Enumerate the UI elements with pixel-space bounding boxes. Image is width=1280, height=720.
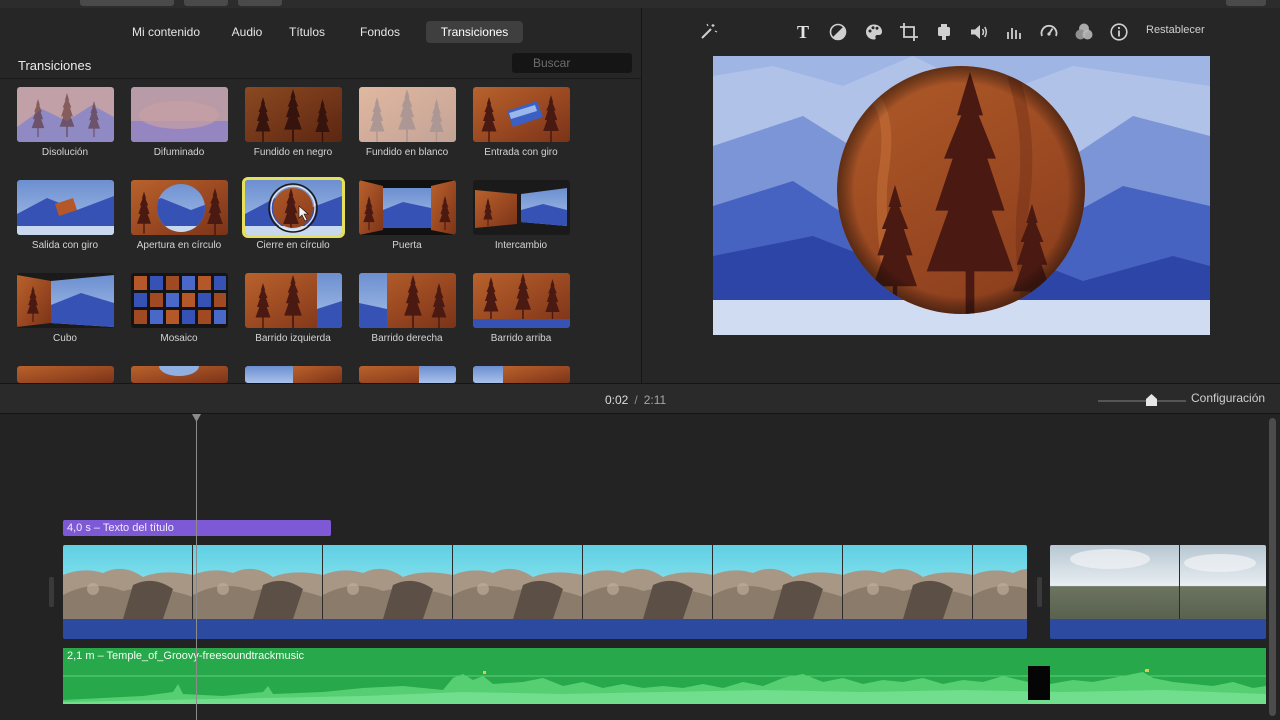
settings-button[interactable]: Configuración xyxy=(1191,391,1265,405)
video-clip[interactable] xyxy=(1050,545,1266,639)
imovie-window: Mi contenido Audio Títulos Fondos Transi… xyxy=(0,0,1280,720)
svg-text:T: T xyxy=(797,22,809,42)
transition-thumb-wipe-right[interactable] xyxy=(359,273,456,328)
music-clip[interactable]: 2,1 m – Temple_of_Groovy-freesoundtrackm… xyxy=(63,648,1266,704)
clip-filter-icon[interactable] xyxy=(1074,22,1094,42)
window-top-strip xyxy=(0,0,1280,8)
stabilization-camera-icon[interactable] xyxy=(934,22,954,42)
timeline[interactable]: 4,0 s – Texto del título 2,1 m – Temple_… xyxy=(0,414,1280,720)
clip-trim-handle[interactable] xyxy=(1037,577,1042,607)
transition-thumb-door[interactable] xyxy=(359,180,456,235)
toolbar-button-segment[interactable] xyxy=(80,0,174,6)
transition-thumb-fade-white[interactable] xyxy=(359,87,456,142)
transition-thumb[interactable] xyxy=(17,366,114,383)
audio-waveform xyxy=(63,669,1266,704)
transition-thumb-circle-close[interactable] xyxy=(242,177,345,238)
transition-thumb-blur[interactable] xyxy=(131,87,228,142)
transition-thumb[interactable] xyxy=(245,366,342,383)
total-time: 2:11 xyxy=(643,393,667,407)
transition-thumb-mosaic[interactable] xyxy=(131,273,228,328)
transition-label: Mosaico xyxy=(160,333,198,344)
video-clip[interactable] xyxy=(63,545,1027,639)
transition-thumb-spin-out[interactable] xyxy=(17,180,114,235)
transition-label: Fundido en blanco xyxy=(365,147,449,158)
volume-icon[interactable] xyxy=(969,22,989,42)
transition-label: Salida con giro xyxy=(31,240,99,251)
transition-thumb-wipe-left[interactable] xyxy=(245,273,342,328)
transition-label: Intercambio xyxy=(494,240,548,251)
timeline-scrollbar[interactable] xyxy=(1269,418,1276,716)
toolbar-button[interactable] xyxy=(238,0,282,6)
zoom-slider[interactable] xyxy=(1098,400,1186,402)
clip-trim-handle[interactable] xyxy=(49,577,54,607)
tab-my-content[interactable]: Mi contenido xyxy=(122,21,210,43)
transition-thumb[interactable] xyxy=(131,366,228,383)
title-clip[interactable]: 4,0 s – Texto del título xyxy=(63,520,331,536)
transition-label: Apertura en círculo xyxy=(136,240,222,251)
search-input[interactable]: Buscar xyxy=(512,53,632,73)
time-separator: / xyxy=(634,393,638,407)
text-icon[interactable]: T xyxy=(793,22,813,42)
zoom-slider-knob[interactable] xyxy=(1146,394,1157,406)
transition-label: Cubo xyxy=(53,333,77,344)
toolbar-button[interactable] xyxy=(1226,0,1266,6)
transition-thumb-fade-black[interactable] xyxy=(245,87,342,142)
transition-thumb-wipe-up[interactable] xyxy=(473,273,570,328)
tab-titles[interactable]: Títulos xyxy=(282,21,332,43)
toolbar-button[interactable] xyxy=(184,0,228,6)
transition-thumb[interactable] xyxy=(473,366,570,383)
playhead[interactable] xyxy=(196,414,197,720)
divider xyxy=(0,78,641,79)
clip-audio-track xyxy=(63,619,1027,639)
crop-icon[interactable] xyxy=(899,22,919,42)
video-clip-filmstrip xyxy=(1050,545,1266,619)
transition-label: Barrido izquierda xyxy=(255,333,331,344)
tab-transitions[interactable]: Transiciones xyxy=(426,21,523,43)
transition-label: Barrido derecha xyxy=(371,333,443,344)
transition-label: Disolución xyxy=(41,147,89,158)
palette-icon[interactable] xyxy=(864,22,884,42)
timecode: 0:02 / 2:11 xyxy=(605,393,666,407)
browser-tabs: Mi contenido Audio Títulos Fondos Transi… xyxy=(0,21,641,43)
reset-button[interactable]: Restablecer xyxy=(1146,24,1205,36)
transition-label: Entrada con giro xyxy=(484,147,558,158)
transition-thumb-spin-in[interactable] xyxy=(473,87,570,142)
video-clip-filmstrip xyxy=(63,545,1027,619)
media-browser: Mi contenido Audio Títulos Fondos Transi… xyxy=(0,8,641,383)
viewer-pane: T Restablecer xyxy=(642,8,1280,383)
info-icon[interactable] xyxy=(1109,22,1129,42)
section-title: Transiciones xyxy=(18,58,92,73)
magic-wand-icon[interactable] xyxy=(698,22,718,42)
speed-icon[interactable] xyxy=(1039,22,1059,42)
transition-label: Puerta xyxy=(392,240,422,251)
transition-label: Cierre en círculo xyxy=(256,240,330,251)
equalizer-icon[interactable] xyxy=(1004,22,1024,42)
video-preview xyxy=(713,56,1210,335)
transition-label: Difuminado xyxy=(153,147,205,158)
timeline-header: 0:02 / 2:11 Configuración xyxy=(0,383,1280,414)
transition-thumb-cube[interactable] xyxy=(17,273,114,328)
playhead-handle[interactable] xyxy=(192,414,201,422)
current-time: 0:02 xyxy=(605,393,629,407)
tab-audio[interactable]: Audio xyxy=(222,21,272,43)
tab-backgrounds[interactable]: Fondos xyxy=(350,21,410,43)
transition-thumb-circle-open[interactable] xyxy=(131,180,228,235)
audio-gap xyxy=(1028,666,1050,700)
transition-label: Barrido arriba xyxy=(490,333,552,344)
transition-thumb-dissolve[interactable] xyxy=(17,87,114,142)
clip-audio-track xyxy=(1050,619,1266,639)
color-balance-icon[interactable] xyxy=(828,22,848,42)
transition-thumb-swap[interactable] xyxy=(473,180,570,235)
transition-thumb[interactable] xyxy=(359,366,456,383)
transition-label: Fundido en negro xyxy=(253,147,333,158)
